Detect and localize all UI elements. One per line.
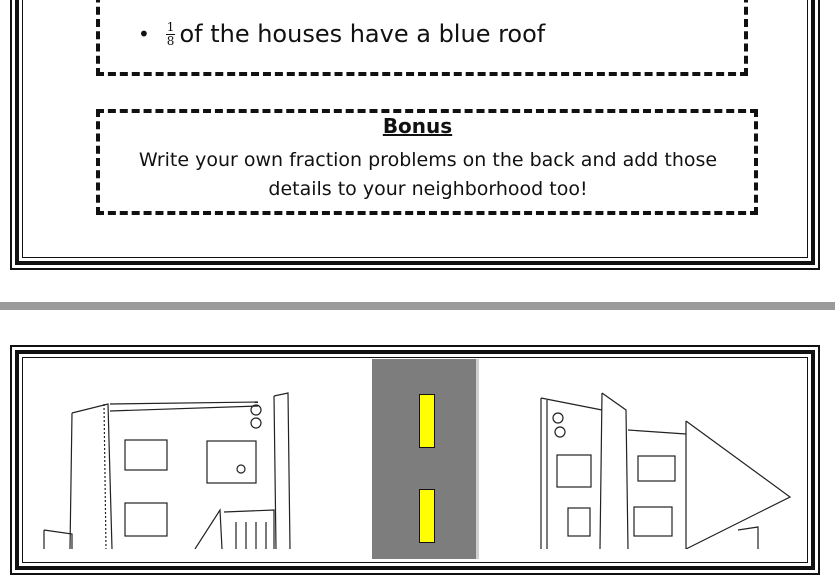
flower-icon (554, 426, 566, 438)
house-drawings (43, 392, 792, 549)
flower-icon (552, 412, 564, 424)
flower-icon (250, 417, 262, 429)
house-right-drawing (540, 392, 792, 549)
house-left-drawing (43, 392, 291, 549)
